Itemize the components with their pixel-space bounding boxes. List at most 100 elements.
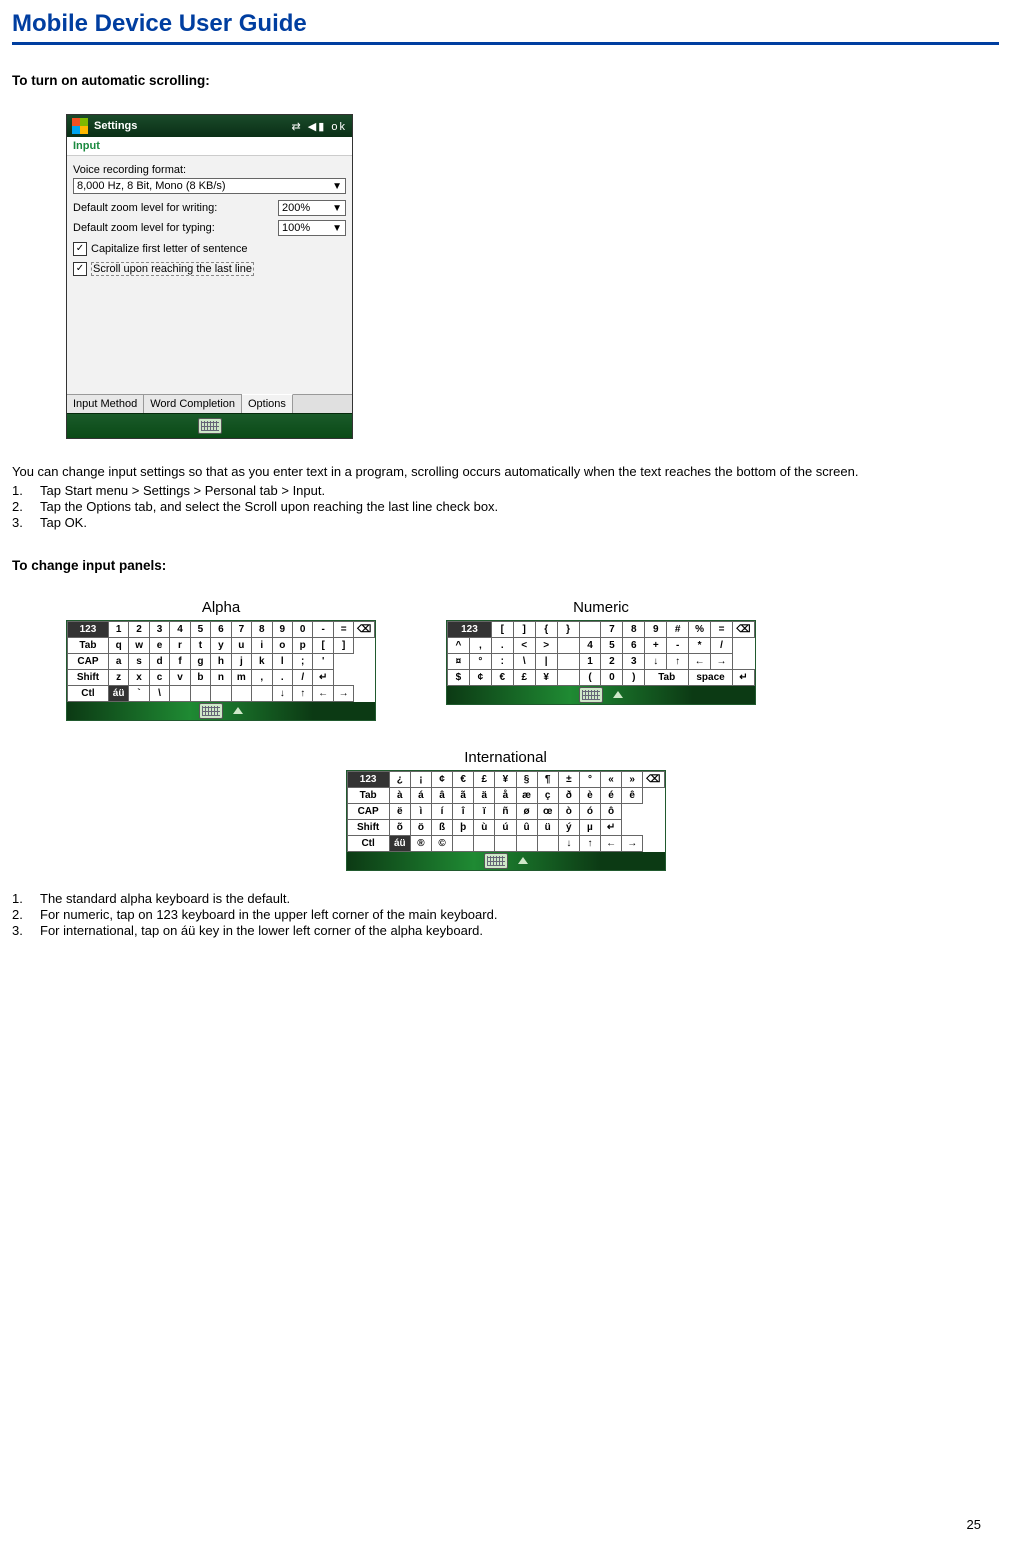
- key[interactable]: %: [689, 621, 711, 637]
- key[interactable]: 7: [231, 621, 251, 637]
- key[interactable]: h: [211, 653, 231, 669]
- key[interactable]: 6: [211, 621, 231, 637]
- key[interactable]: /: [711, 637, 733, 653]
- key[interactable]: -: [667, 637, 689, 653]
- key[interactable]: µ: [579, 819, 600, 835]
- key[interactable]: ¡: [410, 771, 431, 787]
- key[interactable]: ↑: [579, 835, 600, 851]
- key[interactable]: 8: [623, 621, 645, 637]
- key[interactable]: 8: [252, 621, 272, 637]
- key[interactable]: ®: [410, 835, 431, 851]
- key[interactable]: ←: [689, 653, 711, 669]
- key[interactable]: [170, 685, 190, 701]
- key[interactable]: 1: [108, 621, 128, 637]
- key[interactable]: £: [474, 771, 495, 787]
- key[interactable]: ð: [558, 787, 579, 803]
- key[interactable]: Tab: [347, 787, 389, 803]
- typing-zoom-dropdown[interactable]: 100% ▼: [278, 220, 346, 236]
- key[interactable]: ↵: [732, 669, 754, 685]
- key[interactable]: [: [491, 621, 513, 637]
- key[interactable]: [537, 835, 558, 851]
- key[interactable]: [495, 835, 516, 851]
- key[interactable]: g: [190, 653, 210, 669]
- key[interactable]: ý: [558, 819, 579, 835]
- key[interactable]: `: [129, 685, 149, 701]
- key[interactable]: t: [190, 637, 210, 653]
- key[interactable]: í: [432, 803, 453, 819]
- key[interactable]: p: [292, 637, 312, 653]
- key[interactable]: ó: [579, 803, 600, 819]
- key[interactable]: 123: [448, 621, 492, 637]
- key[interactable]: §: [516, 771, 537, 787]
- key[interactable]: \: [513, 653, 535, 669]
- key[interactable]: ↓: [645, 653, 667, 669]
- key[interactable]: ↑: [292, 685, 312, 701]
- key[interactable]: q: [108, 637, 128, 653]
- key[interactable]: Shift: [68, 669, 109, 685]
- key[interactable]: $: [448, 669, 470, 685]
- key[interactable]: ): [623, 669, 645, 685]
- key[interactable]: ø: [516, 803, 537, 819]
- key[interactable]: Tab: [68, 637, 109, 653]
- key[interactable]: œ: [537, 803, 558, 819]
- key[interactable]: [516, 835, 537, 851]
- key[interactable]: ^: [448, 637, 470, 653]
- key[interactable]: {: [535, 621, 557, 637]
- key[interactable]: 5: [190, 621, 210, 637]
- soft-keyboard-bar[interactable]: [67, 702, 375, 720]
- key[interactable]: €: [491, 669, 513, 685]
- key[interactable]: ë: [389, 803, 410, 819]
- key[interactable]: é: [601, 787, 622, 803]
- key[interactable]: CAP: [347, 803, 389, 819]
- key[interactable]: õ: [389, 819, 410, 835]
- key[interactable]: .: [491, 637, 513, 653]
- key[interactable]: [474, 835, 495, 851]
- key[interactable]: .: [272, 669, 292, 685]
- tab-word-completion[interactable]: Word Completion: [144, 395, 242, 413]
- key[interactable]: /: [292, 669, 312, 685]
- key[interactable]: c: [149, 669, 169, 685]
- key[interactable]: ê: [622, 787, 643, 803]
- key[interactable]: u: [231, 637, 251, 653]
- key[interactable]: þ: [453, 819, 474, 835]
- key[interactable]: à: [389, 787, 410, 803]
- key[interactable]: f: [170, 653, 190, 669]
- key[interactable]: (: [579, 669, 601, 685]
- key[interactable]: ↵: [601, 819, 622, 835]
- key[interactable]: ñ: [495, 803, 516, 819]
- key[interactable]: Shift: [347, 819, 389, 835]
- key[interactable]: m: [231, 669, 251, 685]
- key[interactable]: ï: [474, 803, 495, 819]
- writing-zoom-dropdown[interactable]: 200% ▼: [278, 200, 346, 216]
- key[interactable]: CAP: [68, 653, 109, 669]
- key[interactable]: î: [453, 803, 474, 819]
- soft-keyboard-bar[interactable]: [347, 852, 665, 870]
- key[interactable]: ': [313, 653, 333, 669]
- key[interactable]: \: [149, 685, 169, 701]
- key[interactable]: ¥: [535, 669, 557, 685]
- key[interactable]: →: [333, 685, 353, 701]
- key[interactable]: ↓: [558, 835, 579, 851]
- key[interactable]: z: [108, 669, 128, 685]
- key[interactable]: 6: [623, 637, 645, 653]
- key[interactable]: *: [689, 637, 711, 653]
- key[interactable]: ç: [537, 787, 558, 803]
- key[interactable]: -: [313, 621, 333, 637]
- key[interactable]: ô: [601, 803, 622, 819]
- key[interactable]: [557, 669, 579, 685]
- key[interactable]: k: [252, 653, 272, 669]
- key[interactable]: ↓: [272, 685, 292, 701]
- key[interactable]: e: [149, 637, 169, 653]
- key[interactable]: b: [190, 669, 210, 685]
- key[interactable]: 7: [601, 621, 623, 637]
- key[interactable]: }: [557, 621, 579, 637]
- key[interactable]: j: [231, 653, 251, 669]
- key[interactable]: ⌫: [354, 621, 375, 637]
- key[interactable]: +: [645, 637, 667, 653]
- key[interactable]: =: [333, 621, 353, 637]
- key[interactable]: á: [410, 787, 431, 803]
- key[interactable]: v: [170, 669, 190, 685]
- key[interactable]: â: [432, 787, 453, 803]
- key[interactable]: n: [211, 669, 231, 685]
- key[interactable]: →: [622, 835, 643, 851]
